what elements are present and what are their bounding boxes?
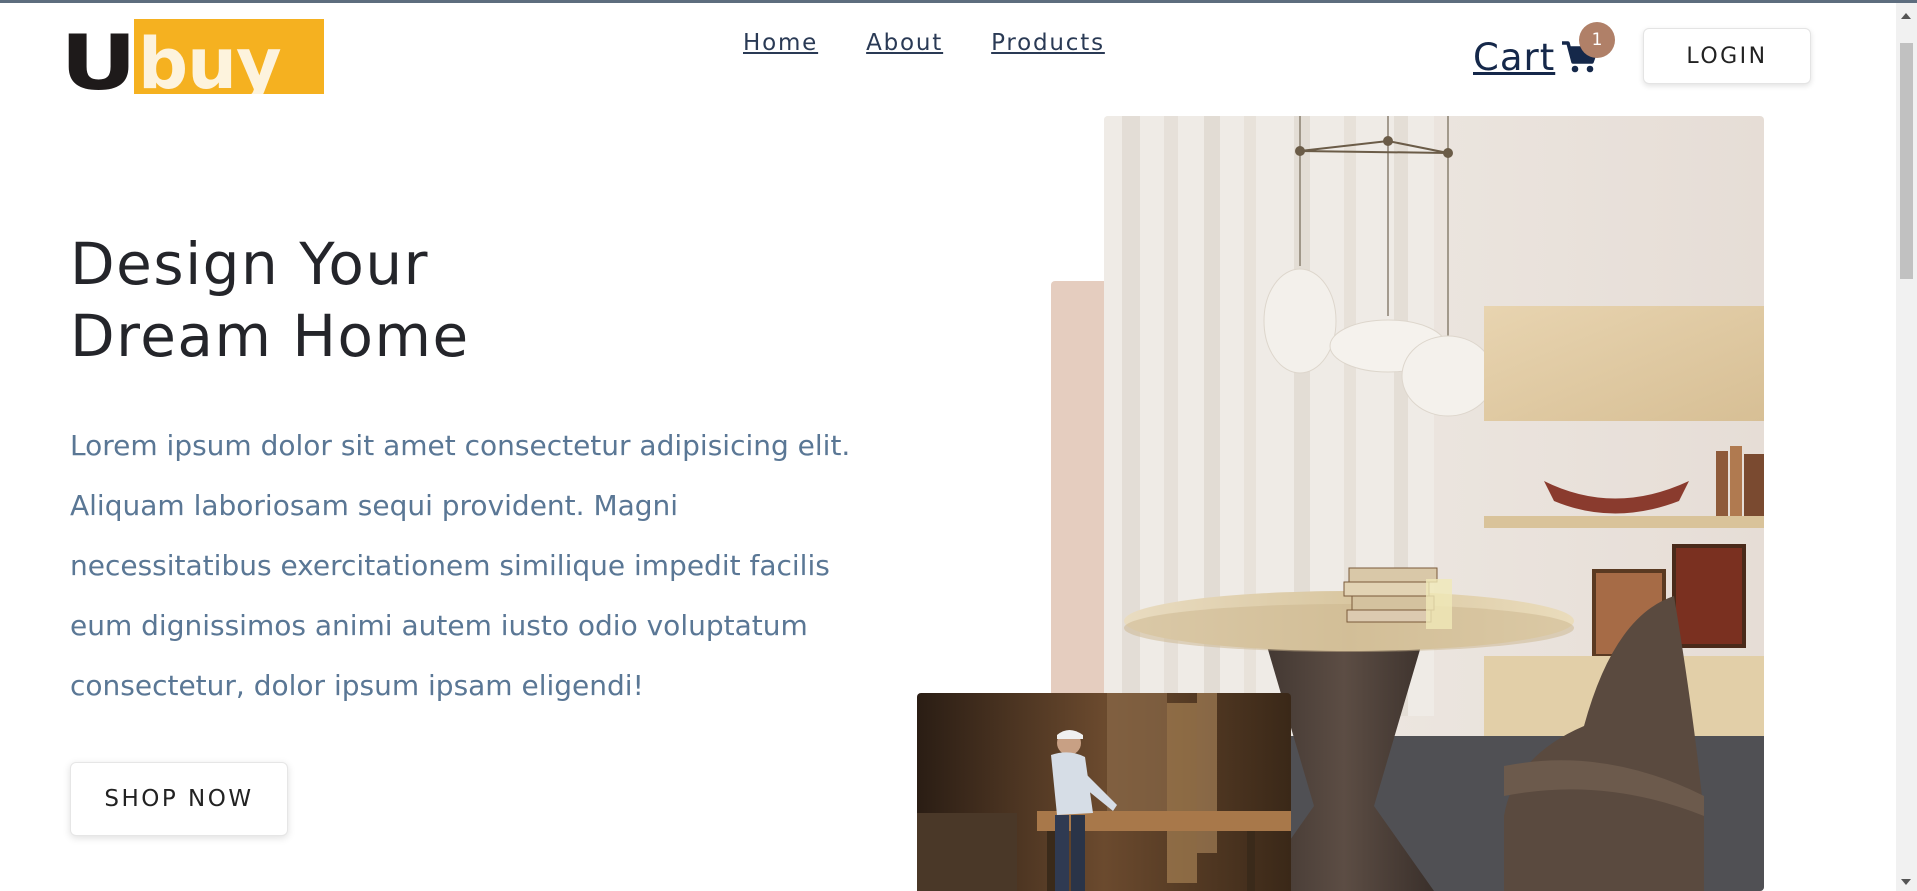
nav-link-about[interactable]: About [866,30,943,56]
hero-title: Design Your Dream Home [70,228,670,372]
cart-count-badge: 1 [1579,22,1615,58]
workshop-image [917,693,1291,891]
decorative-accent-block [1051,281,1111,711]
cart-link[interactable]: Cart 1 [1473,22,1615,79]
hero-title-line-1: Design Your [70,230,430,298]
logo-letter-u: U [60,18,137,107]
scroll-up-arrow-icon[interactable] [1901,13,1911,19]
shop-now-button[interactable]: SHOP NOW [70,762,288,836]
logo-word-buy: buy [138,23,282,105]
vertical-scrollbar[interactable] [1896,3,1917,891]
scroll-down-arrow-icon[interactable] [1901,879,1911,885]
top-border [0,0,1917,3]
hero-description: Lorem ipsum dolor sit amet consectetur a… [70,429,851,702]
scrollbar-thumb[interactable] [1900,43,1913,279]
ubuy-logo[interactable]: U buy [60,19,325,101]
cart-label: Cart [1473,36,1556,79]
main-nav: Home About Products [743,30,1105,56]
hero-title-line-2: Dream Home [70,302,470,370]
nav-link-home[interactable]: Home [743,30,818,56]
login-button[interactable]: LOGIN [1643,28,1811,84]
nav-link-products[interactable]: Products [991,30,1105,56]
